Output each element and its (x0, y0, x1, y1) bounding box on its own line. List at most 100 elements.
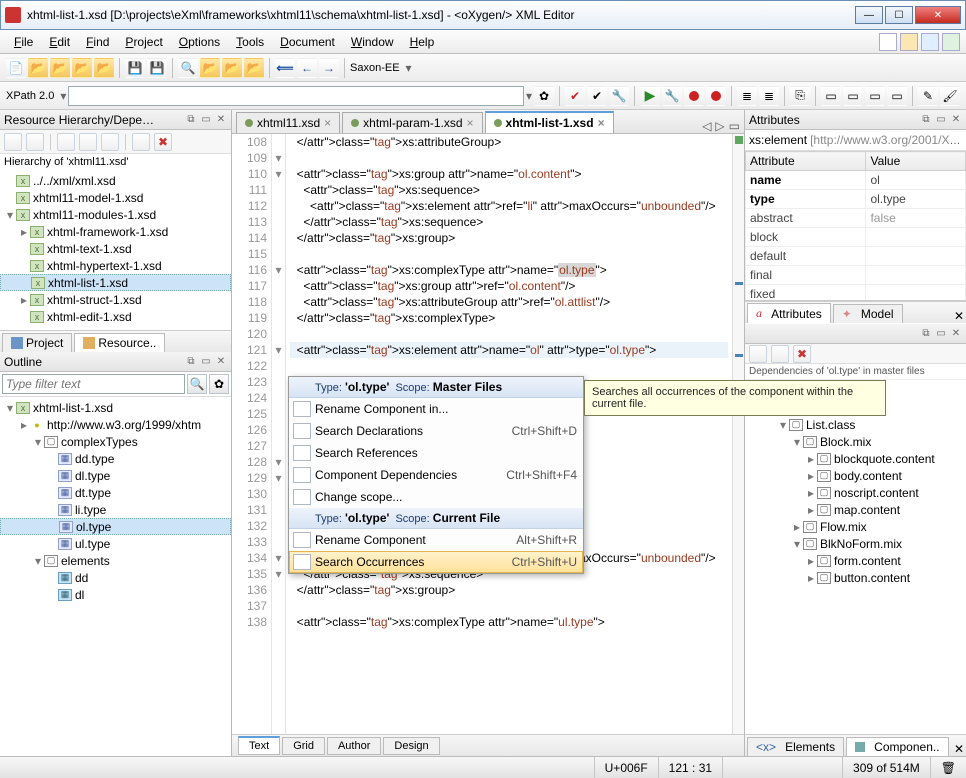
close-tab-icon[interactable]: × (598, 116, 605, 130)
tree-item[interactable]: ▾xxhtml11-modules-1.xsd (0, 206, 231, 223)
tree-item[interactable]: ▾▢List.class (745, 416, 966, 433)
profile-button[interactable] (706, 86, 726, 106)
ctx-item[interactable]: Search References (289, 442, 583, 464)
nav-prev-button[interactable]: ← (297, 58, 317, 78)
tree-item[interactable]: xxhtml-edit-1.xsd (0, 308, 231, 325)
tab-nav-next-icon[interactable]: ▷ (715, 119, 724, 133)
tab-list-icon[interactable]: ▭ (729, 119, 740, 133)
open-button[interactable]: 📂 (28, 58, 48, 78)
tree-item[interactable]: ▦dl (0, 586, 231, 603)
mode-tab-text[interactable]: Text (238, 736, 280, 755)
wrench-button[interactable]: 🔧 (609, 86, 629, 106)
db-perspective-icon[interactable] (942, 33, 960, 51)
outline-search-icon[interactable]: 🔍 (187, 374, 207, 394)
run-button[interactable]: ▶ (640, 86, 660, 106)
ctx-item[interactable]: Change scope... (289, 486, 583, 508)
tree-item[interactable]: ▾xxhtml-list-1.xsd (0, 399, 231, 416)
model-tab[interactable]: ✦ Model (833, 304, 903, 323)
menu-options[interactable]: Options (171, 33, 228, 51)
attributes-tab[interactable]: a Attributes (747, 303, 831, 323)
save-button[interactable]: 💾 (125, 58, 145, 78)
tree-item[interactable]: ▦dt.type (0, 484, 231, 501)
tab-nav-prev-icon[interactable]: ◁ (702, 119, 711, 133)
tree-item[interactable]: ▸xxhtml-struct-1.xsd (0, 291, 231, 308)
panel-close-icon[interactable]: ✕ (215, 114, 227, 126)
dep-btn-2[interactable] (771, 345, 789, 363)
tree-item[interactable]: ▾▢BlkNoForm.mix (745, 535, 966, 552)
hier-stop-icon[interactable]: ✖ (154, 133, 172, 151)
tree-item[interactable]: ▦dd (0, 569, 231, 586)
tree-item[interactable]: ▸▢map.content (745, 501, 966, 518)
mode-tab-design[interactable]: Design (383, 737, 439, 755)
menu-help[interactable]: Help (402, 33, 443, 51)
validate-button[interactable]: ✔ (565, 86, 585, 106)
open-recent-button[interactable]: 📂 (72, 58, 92, 78)
ctx-item[interactable]: Component DependenciesCtrl+Shift+F4 (289, 464, 583, 486)
tree-item[interactable]: xxhtml-list-1.xsd (0, 274, 231, 291)
browse-button[interactable]: 📂 (244, 58, 264, 78)
open-url-button[interactable]: 📂 (50, 58, 70, 78)
attr-tabs-close-icon[interactable]: ✕ (954, 309, 964, 323)
find-in-files-button[interactable]: 📂 (222, 58, 242, 78)
editor-tab[interactable]: xhtml11.xsd× (236, 112, 340, 133)
nav-next-button[interactable]: → (319, 58, 339, 78)
tree-item[interactable]: xxhtml-hypertext-1.xsd (0, 257, 231, 274)
nav-back-button[interactable]: ⟸ (275, 58, 295, 78)
menu-find[interactable]: Find (78, 33, 117, 51)
xquery-perspective-icon[interactable] (921, 33, 939, 51)
format-button[interactable]: ≣ (737, 86, 757, 106)
attr-pin-icon[interactable]: ⧉ (920, 114, 932, 126)
resource-tab[interactable]: Resource.. (74, 333, 165, 352)
paint-button[interactable]: 🖌 (940, 86, 960, 106)
misc-button-4[interactable]: ▭ (887, 86, 907, 106)
close-tab-icon[interactable]: × (467, 116, 474, 130)
ctx-item[interactable]: Search DeclarationsCtrl+Shift+D (289, 420, 583, 442)
close-button[interactable]: ✕ (915, 6, 961, 24)
hier-btn-4[interactable] (79, 133, 97, 151)
transform-button[interactable]: ⎘ (790, 86, 810, 106)
tree-item[interactable]: ▸●http://www.w3.org/1999/xhtm (0, 416, 231, 433)
tree-item[interactable]: ▸▢blockquote.content (745, 450, 966, 467)
minimize-button[interactable]: — (855, 6, 883, 24)
hier-btn-2[interactable] (26, 133, 44, 151)
outline-min-icon[interactable]: ▭ (200, 356, 212, 368)
tree-item[interactable]: ▸xxhtml-framework-1.xsd (0, 223, 231, 240)
value-col-header[interactable]: Value (866, 152, 966, 171)
hier-btn-1[interactable] (4, 133, 22, 151)
componen-tab[interactable]: Componen.. (846, 737, 948, 756)
panel-pin-icon[interactable]: ⧉ (185, 114, 197, 126)
tree-item[interactable]: ▾▢elements (0, 552, 231, 569)
save-all-button[interactable]: 💾 (147, 58, 167, 78)
dep-pin-icon[interactable]: ⧉ (920, 328, 932, 340)
validate-config-button[interactable]: ✔ (587, 86, 607, 106)
xpath-input[interactable] (68, 86, 524, 106)
menu-project[interactable]: Project (117, 33, 170, 51)
debug-run-button[interactable] (684, 86, 704, 106)
menu-file[interactable]: File (6, 33, 41, 51)
hier-btn-3[interactable] (57, 133, 75, 151)
attr-col-header[interactable]: Attribute (746, 152, 866, 171)
attr-close-icon[interactable]: ✕ (950, 114, 962, 126)
new-button[interactable]: 📄 (6, 58, 26, 78)
outline-settings-icon[interactable]: ✿ (209, 374, 229, 394)
ctx-item[interactable]: Rename Component in... (289, 398, 583, 420)
search-button[interactable]: 🔍 (178, 58, 198, 78)
tree-item[interactable]: ▦li.type (0, 501, 231, 518)
attributes-table[interactable]: Attribute Value nameoltypeol.typeabstrac… (745, 151, 966, 301)
pencil-button[interactable]: ✎ (918, 86, 938, 106)
attr-min-icon[interactable]: ▭ (935, 114, 947, 126)
mode-tab-author[interactable]: Author (327, 737, 381, 755)
ctx-item[interactable]: Rename ComponentAlt+Shift+R (289, 529, 583, 551)
tree-item[interactable]: ▦ol.type (0, 518, 231, 535)
dep-stop-icon[interactable]: ✖ (793, 345, 811, 363)
menu-document[interactable]: Document (272, 33, 343, 51)
misc-button-3[interactable]: ▭ (865, 86, 885, 106)
fold-gutter[interactable]: ▾▾▾▾▾▾▾▾ (272, 134, 286, 734)
tree-item[interactable]: ▸▢Flow.mix (745, 518, 966, 535)
tree-item[interactable]: x../../xml/xml.xsd (0, 172, 231, 189)
format2-button[interactable]: ≣ (759, 86, 779, 106)
misc-button-2[interactable]: ▭ (843, 86, 863, 106)
dependencies-tree[interactable]: ▦ol.type▾▦ol▾▢List.class▾▢Block.mix▸▢blo… (745, 380, 966, 734)
panel-min-icon[interactable]: ▭ (200, 114, 212, 126)
status-trash-icon[interactable]: 🗑 (930, 757, 966, 778)
